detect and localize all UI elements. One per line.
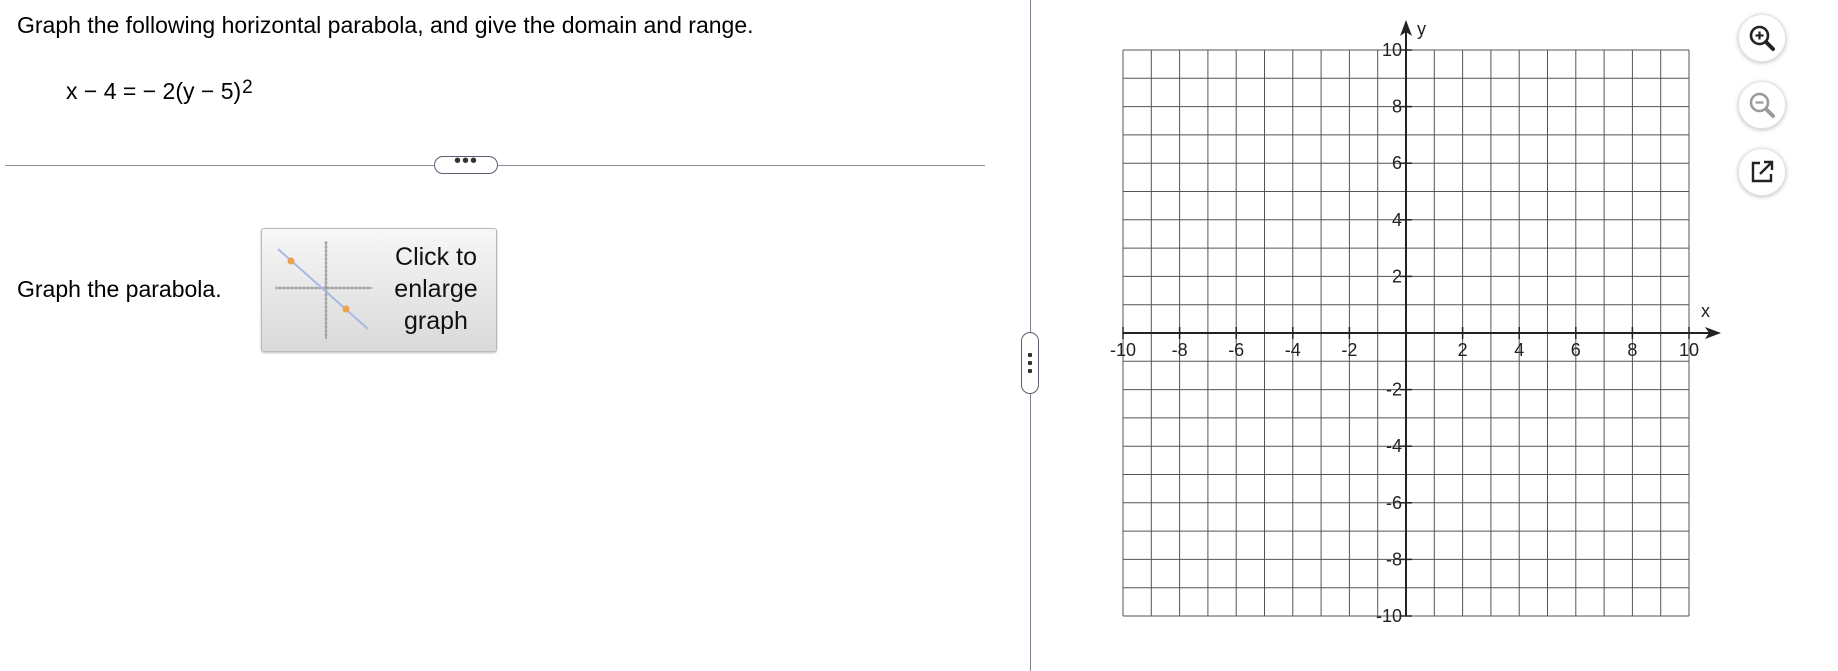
x-tick-label: -6 (1228, 340, 1244, 360)
y-tick-label: 8 (1392, 97, 1402, 117)
y-tick-label: 4 (1392, 210, 1402, 230)
coordinate-graph[interactable]: x y -10 -8 -6 -4 -2 2 4 6 8 10 10 8 6 4 2 -2 -4 -6 -8 -10 (1100, 10, 1740, 640)
zoom-out-icon (1749, 92, 1775, 118)
y-tick-label: -4 (1386, 436, 1402, 456)
equation: x − 4 = − 2(y − 5)2 (66, 76, 253, 109)
equation-exponent: 2 (242, 77, 253, 98)
y-tick-label: 2 (1392, 266, 1402, 286)
zoom-in-button[interactable] (1738, 14, 1786, 62)
y-tick-label: -2 (1386, 380, 1402, 400)
zoom-out-button[interactable] (1738, 81, 1786, 129)
question-prompt: Graph the following horizontal parabola,… (17, 12, 754, 38)
vertical-dots-icon (1028, 353, 1032, 377)
x-tick-label: 6 (1571, 340, 1581, 360)
x-axis-label: x (1701, 301, 1710, 321)
graph-prompt: Graph the parabola. (17, 276, 222, 302)
enlarge-graph-button[interactable]: Click to enlarge graph (261, 228, 497, 352)
y-tick-label: 10 (1382, 40, 1402, 60)
x-tick-label: -8 (1172, 340, 1188, 360)
y-tick-label: -6 (1386, 493, 1402, 513)
zoom-in-icon (1749, 25, 1775, 51)
question-pane: Graph the following horizontal parabola,… (0, 0, 1030, 671)
x-tick-label: 8 (1627, 340, 1637, 360)
more-dots-icon: ••• (453, 150, 478, 172)
y-tick-label: -8 (1386, 549, 1402, 569)
open-external-button[interactable] (1738, 148, 1786, 196)
enlarge-graph-label: Click to enlarge graph (394, 243, 478, 335)
x-tick-label: 10 (1679, 340, 1699, 360)
x-tick-label: -10 (1110, 340, 1136, 360)
y-tick-label: -10 (1376, 606, 1402, 626)
y-axis-label: y (1417, 19, 1426, 39)
x-tick-label: 4 (1514, 340, 1524, 360)
x-tick-label: -4 (1285, 340, 1301, 360)
x-tick-label: 2 (1458, 340, 1468, 360)
y-tick-label: 6 (1392, 153, 1402, 173)
equation-main: x − 4 = − 2(y − 5) (66, 78, 242, 104)
pane-resize-handle[interactable] (1021, 332, 1039, 394)
open-external-icon (1751, 160, 1774, 183)
x-tick-label: -2 (1341, 340, 1357, 360)
graph-thumbnail-icon (275, 241, 372, 339)
expand-handle[interactable]: ••• (434, 150, 498, 174)
